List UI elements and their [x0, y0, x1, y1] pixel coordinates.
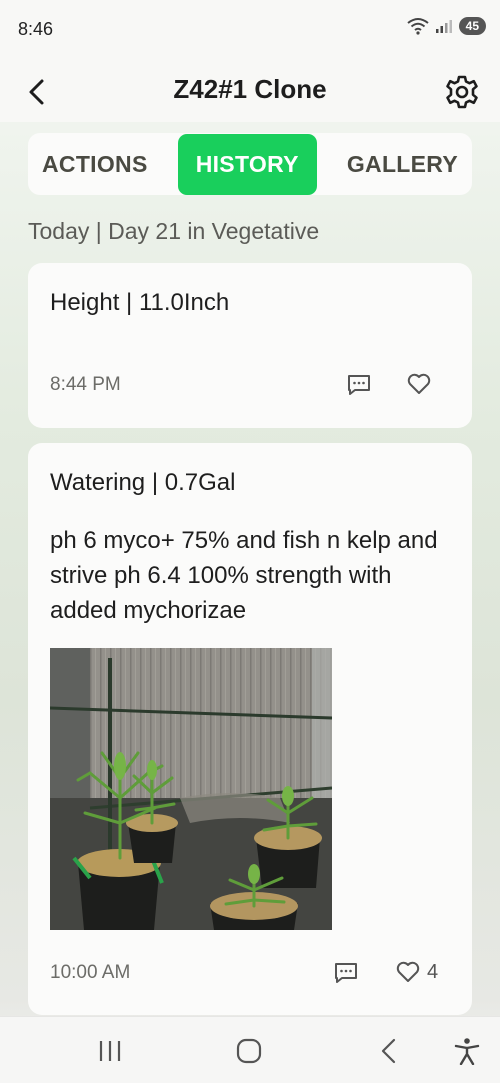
history-entry-card[interactable]: Watering | 0.7Gal ph 6 myco+ 75% and fis…	[28, 443, 472, 1015]
like-button[interactable]: 4	[395, 960, 438, 984]
tab-actions[interactable]: ACTIONS	[42, 151, 148, 178]
back-icon	[381, 1038, 396, 1064]
home-button[interactable]	[234, 1037, 264, 1065]
app-bar: Z42#1 Clone	[0, 60, 500, 122]
comment-icon	[335, 963, 357, 983]
home-icon	[236, 1038, 262, 1064]
tab-gallery[interactable]: GALLERY	[347, 151, 458, 178]
accessibility-button[interactable]	[452, 1037, 482, 1066]
heart-icon	[407, 373, 431, 394]
settings-button[interactable]	[444, 74, 480, 110]
entry-title: Watering | 0.7Gal	[50, 469, 236, 496]
plant-photo-image	[50, 648, 332, 930]
comment-icon	[348, 375, 370, 395]
entry-note: ph 6 myco+ 75% and fish n kelp and striv…	[50, 527, 438, 624]
entry-time: 10:00 AM	[50, 962, 131, 983]
gear-icon	[446, 75, 478, 109]
status-icons: 45	[407, 17, 486, 35]
recent-apps-icon	[99, 1041, 121, 1061]
day-label: Today | Day 21 in Vegetative	[28, 218, 320, 244]
entry-time: 8:44 PM	[50, 374, 121, 395]
history-entry-card[interactable]: Height | 11.0Inch 8:44 PM	[28, 263, 472, 428]
signal-icon	[435, 20, 452, 33]
tab-bar: ACTIONS HISTORY GALLERY	[28, 133, 472, 195]
comment-button[interactable]	[333, 961, 359, 985]
status-bar: 8:46 45	[0, 0, 500, 60]
battery-icon: 45	[458, 17, 486, 35]
comment-button[interactable]	[346, 373, 372, 397]
entry-photo[interactable]	[50, 648, 332, 930]
recent-apps-button[interactable]	[95, 1037, 125, 1065]
heart-icon	[396, 961, 420, 982]
wifi-icon	[407, 18, 429, 35]
status-time: 8:46	[18, 19, 54, 39]
system-back-button[interactable]	[374, 1037, 404, 1065]
entry-title: Height | 11.0Inch	[50, 289, 230, 316]
tab-history[interactable]: HISTORY	[177, 133, 317, 195]
system-nav-bar	[0, 1016, 500, 1083]
accessibility-icon	[454, 1038, 480, 1066]
like-count: 4	[427, 960, 439, 983]
page-title: Z42#1 Clone	[173, 74, 327, 104]
like-button[interactable]	[406, 372, 432, 396]
